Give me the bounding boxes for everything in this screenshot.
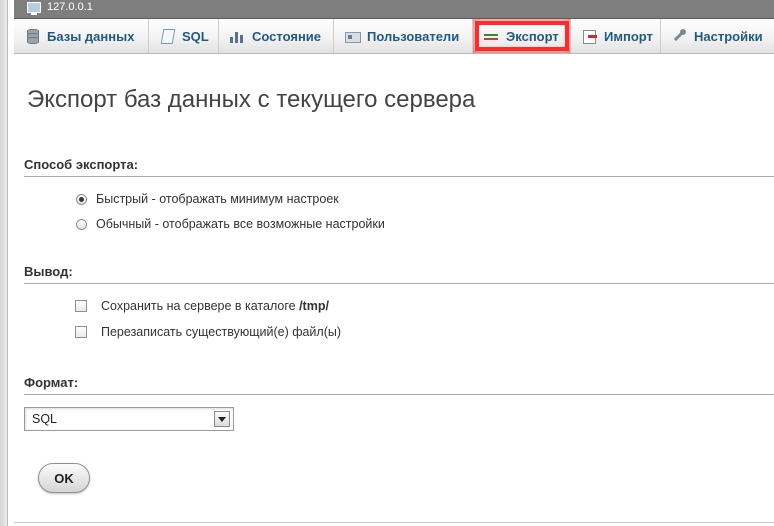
tab-label: Базы данных <box>47 28 135 44</box>
format-selected-value: SQL <box>32 412 58 426</box>
chevron-down-icon[interactable] <box>214 411 230 427</box>
database-icon <box>24 28 40 44</box>
server-breadcrumb-link[interactable]: 127.0.0.1 <box>47 0 93 15</box>
tab-status[interactable]: Состояние <box>219 19 334 53</box>
save-on-server-option[interactable]: Сохранить на сервере в каталоге /tmp/ <box>75 299 329 313</box>
overwrite-checkbox[interactable] <box>75 326 87 338</box>
format-select[interactable]: SQL <box>24 407 234 431</box>
main-tab-bar: Базы данных SQL Состояние Пользователи Э… <box>14 19 774 54</box>
tab-sql[interactable]: SQL <box>149 19 219 53</box>
tab-export[interactable]: Экспорт <box>473 19 571 53</box>
tab-label: Импорт <box>604 28 653 44</box>
quick-radio[interactable] <box>76 193 87 205</box>
overwrite-option[interactable]: Перезаписать существующий(е) файл(ы) <box>75 325 341 339</box>
page-title: Экспорт баз данных с текущего сервера <box>27 86 476 113</box>
tab-label: SQL <box>182 28 209 44</box>
export-method-quick-option[interactable]: Быстрый - отображать минимум настроек <box>76 192 339 206</box>
tab-import[interactable]: Импорт <box>571 19 661 53</box>
import-icon <box>581 28 597 44</box>
overwrite-label: Перезаписать существующий(е) файл(ы) <box>101 325 342 339</box>
export-method-heading: Способ экспорта: <box>24 157 774 177</box>
save-on-server-text: Сохранить на сервере в каталоге <box>101 299 296 313</box>
custom-radio[interactable] <box>76 218 87 230</box>
format-heading: Формат: <box>24 375 774 395</box>
sql-icon <box>159 28 175 44</box>
window-frame-left <box>0 0 8 526</box>
server-breadcrumb-bar: 127.0.0.1 <box>14 0 774 19</box>
tab-label: Пользователи <box>367 28 460 44</box>
save-directory: /tmp/ <box>299 299 329 313</box>
quick-label: Быстрый - отображать минимум настроек <box>96 192 339 206</box>
save-on-server-label: Сохранить на сервере в каталоге /tmp/ <box>101 299 329 313</box>
tab-settings[interactable]: Настройки <box>661 19 774 53</box>
export-method-custom-option[interactable]: Обычный - отображать все возможные настр… <box>76 217 385 231</box>
users-icon <box>344 28 361 44</box>
output-heading: Вывод: <box>24 264 774 284</box>
custom-label: Обычный - отображать все возможные настр… <box>96 217 385 231</box>
tab-label: Настройки <box>694 28 763 44</box>
tab-label: Состояние <box>252 28 322 44</box>
status-icon <box>229 28 245 44</box>
tab-databases[interactable]: Базы данных <box>14 19 149 53</box>
tab-users[interactable]: Пользователи <box>334 19 473 53</box>
wrench-icon <box>671 28 687 44</box>
tab-label: Экспорт <box>506 28 559 44</box>
export-icon <box>483 28 499 44</box>
ok-button[interactable]: OK <box>38 463 90 493</box>
bottom-divider <box>14 522 774 523</box>
server-icon <box>27 2 41 15</box>
save-on-server-checkbox[interactable] <box>75 300 87 312</box>
